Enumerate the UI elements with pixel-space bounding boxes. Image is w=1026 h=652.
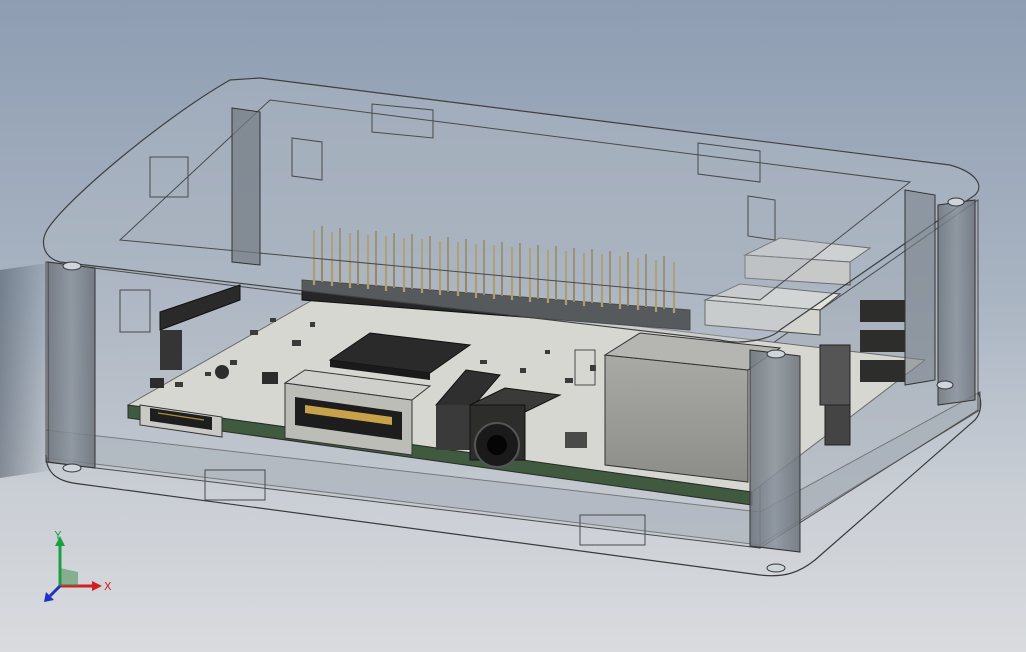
x-axis-arrow xyxy=(92,581,102,591)
triad-plane xyxy=(60,568,78,586)
graphics-viewport[interactable]: Y X xyxy=(0,0,1026,652)
camera-connector-body xyxy=(436,405,470,450)
display-connector-body xyxy=(160,330,182,370)
x-axis-label: X xyxy=(104,580,112,593)
coordinate-triad: Y X xyxy=(44,530,112,602)
z-axis xyxy=(48,584,62,598)
3d-model-view[interactable] xyxy=(0,0,1026,652)
y-axis-label: Y xyxy=(54,530,62,542)
